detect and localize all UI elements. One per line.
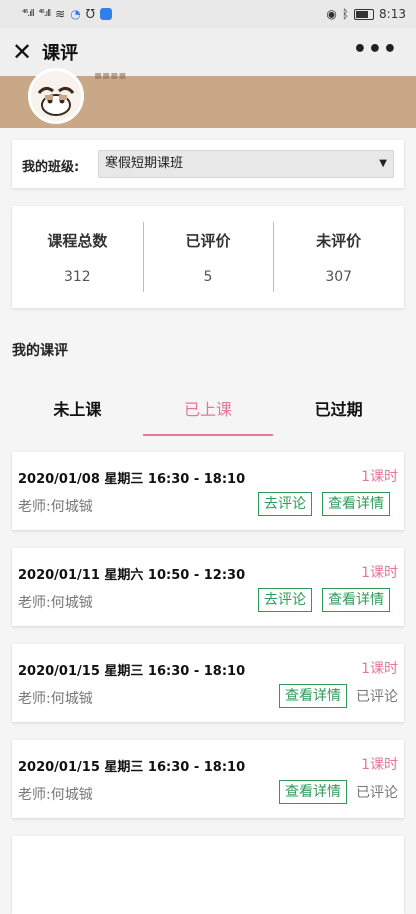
bluetooth-icon: ᛒ [341,7,350,21]
lesson-time: 2020/01/08 星期三 16:30 - 18:10 [18,472,246,487]
stat-total: 课程总数 312 [12,206,143,308]
wifi-icon: ≋ [55,7,66,21]
lesson-card: 2020/01/11 星期六 10:50 - 12:30 1课时 老师:何城铖 … [12,548,404,626]
profile-banner: ▪▪▪▪ [0,68,416,128]
stat-label: 课程总数 [47,232,108,250]
stat-value: 312 [63,269,91,285]
view-details-button[interactable]: 查看详情 [322,492,390,516]
stat-value: 5 [203,269,213,285]
lesson-teacher: 老师:何城铖 [18,499,93,515]
lesson-card: 2020/01/15 星期三 16:30 - 18:10 1课时 老师:何城铖 … [12,644,404,722]
tab-attended[interactable]: 已上课 [142,386,274,436]
evaluated-status: 已评论 [356,785,398,801]
class-select[interactable]: 寒假短期课班 ▼ [98,150,394,178]
class-select-value: 寒假短期课班 [105,156,184,171]
avatar-cow-icon [37,86,75,116]
view-details-button[interactable]: 查看详情 [279,684,347,708]
lesson-card: 2020/01/15 星期三 16:30 - 18:10 1课时 老师:何城铖 … [12,740,404,818]
comment-button[interactable]: 去评论 [258,588,312,612]
tab-not-attended[interactable]: 未上课 [12,386,143,436]
stat-evaluated: 已评价 5 [142,206,274,308]
clock: 8:13 [379,7,406,21]
status-bar: ⁴⁶.ıll ⁴⁶.ıll ≋ ◔ Ʊ ◉ ᛒ 8:13 [0,0,416,28]
avatar [28,68,84,124]
lesson-time: 2020/01/15 星期三 16:30 - 18:10 [18,664,246,679]
stat-value: 307 [325,269,353,285]
user-name: ▪▪▪▪ [94,68,127,82]
page-title: 课评 [42,43,78,64]
comment-button[interactable]: 去评论 [258,492,312,516]
lesson-teacher: 老师:何城铖 [18,787,93,803]
stat-unevaluated: 未评价 307 [273,206,404,308]
stats-card: 课程总数 312 已评价 5 未评价 307 [12,206,404,308]
lesson-time: 2020/01/11 星期六 10:50 - 12:30 [18,568,246,583]
lesson-hours: 1课时 [361,469,398,485]
class-label: 我的班级: [22,160,80,175]
stat-label: 已评价 [185,232,231,250]
dropdown-arrow-icon: ▼ [379,158,387,169]
view-details-button[interactable]: 查看详情 [279,780,347,804]
app-c-icon: ◔ [70,7,81,21]
lesson-teacher: 老师:何城铖 [18,595,93,611]
stat-label: 未评价 [316,232,362,250]
lesson-hours: 1课时 [361,661,398,677]
lesson-teacher: 老师:何城铖 [18,691,93,707]
view-details-button[interactable]: 查看详情 [322,588,390,612]
signal-icon: ⁴⁶.ıll [22,9,35,19]
lesson-hours: 1课时 [361,757,398,773]
lesson-time: 2020/01/15 星期三 16:30 - 18:10 [18,760,246,775]
signal-icon-2: ⁴⁶.ıll [38,9,52,19]
tab-expired[interactable]: 已过期 [273,386,404,436]
class-selector-card: 我的班级: 寒假短期课班 ▼ [12,140,404,188]
lesson-hours: 1课时 [361,565,398,581]
lesson-card: 2020/01/08 星期三 16:30 - 18:10 1课时 老师:何城铖 … [12,452,404,530]
eye-icon: ◉ [326,7,337,21]
more-icon[interactable]: ••• [353,28,398,72]
tab-bar: 未上课 已上课 已过期 [12,386,404,436]
evaluated-status: 已评论 [356,689,398,705]
battery-icon [354,8,375,20]
lesson-card-partial [12,836,404,914]
section-title: 我的课评 [12,343,68,359]
app-notification-icon [99,8,112,20]
close-icon[interactable]: ✕ [2,28,42,76]
app-u-icon: Ʊ [85,7,95,21]
